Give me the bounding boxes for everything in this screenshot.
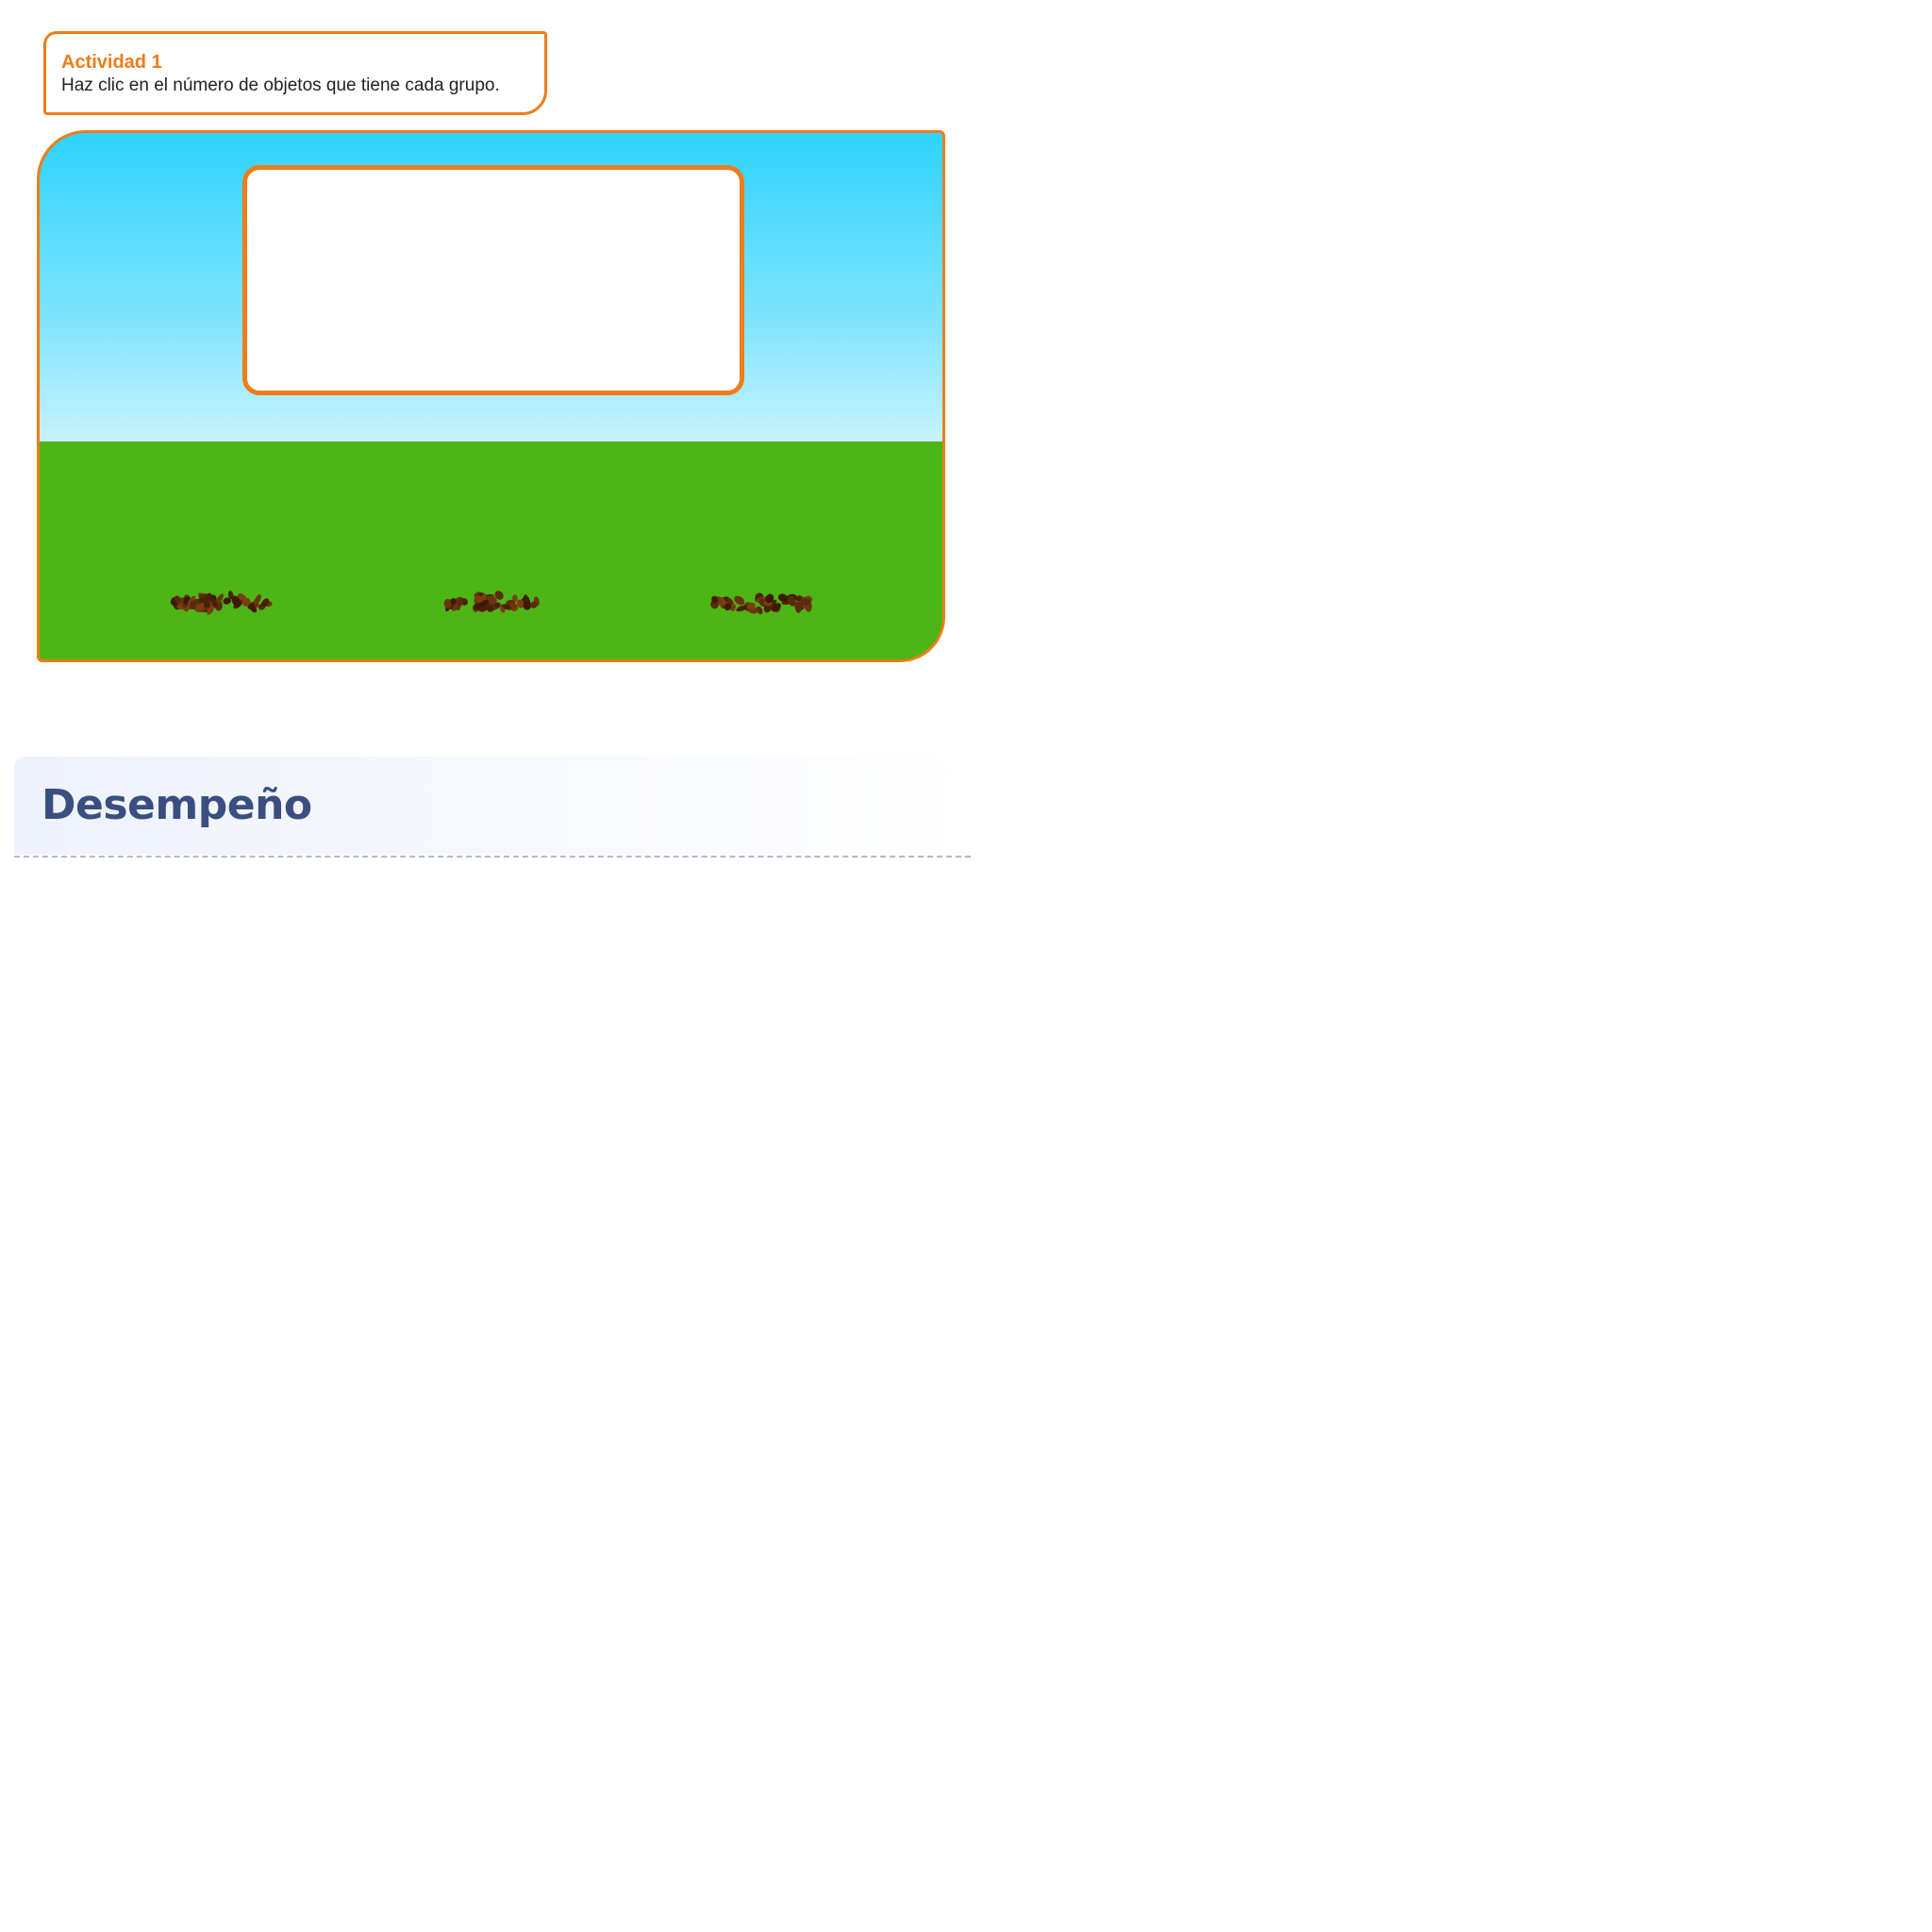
grass-background	[40, 441, 942, 659]
nest-group-3[interactable]	[705, 582, 818, 620]
activity-stage	[37, 130, 945, 662]
performance-divider	[14, 856, 971, 858]
performance-title: Desempeño	[42, 781, 312, 829]
performance-header: Desempeño	[14, 757, 971, 855]
instruction-card: Actividad 1 Haz clic en el número de obj…	[43, 31, 547, 115]
seed-pile-icon	[443, 591, 540, 613]
activity-instruction: Haz clic en el número de objetos que tie…	[61, 75, 500, 95]
nest-group-1[interactable]	[167, 582, 280, 620]
seed-pile-icon	[170, 591, 273, 615]
answer-panel[interactable]	[242, 165, 744, 395]
seed-pile-icon	[710, 592, 813, 615]
nest-group-2[interactable]	[436, 582, 549, 620]
activity-title: Actividad 1	[61, 52, 162, 73]
